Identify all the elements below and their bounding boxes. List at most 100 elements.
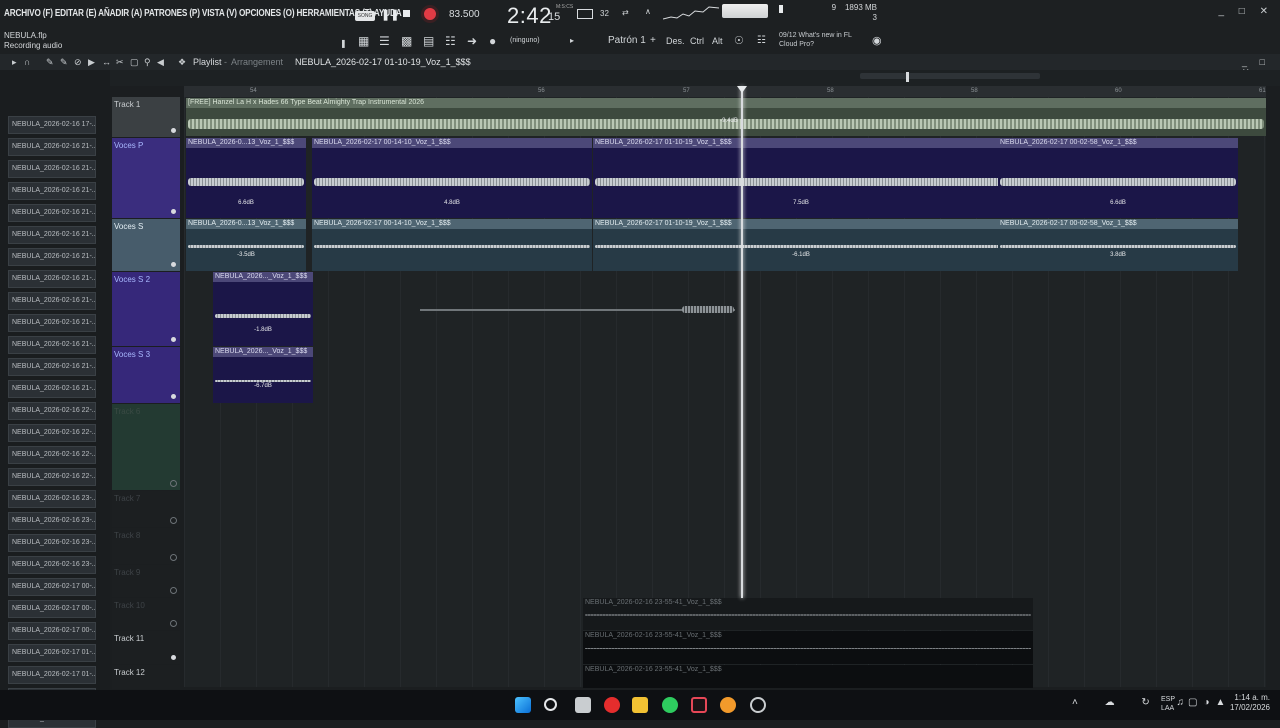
blend-notes-icon[interactable]: ∧ [645, 7, 651, 16]
track-header-1[interactable]: Track 1 [112, 97, 180, 137]
track-inactive-dot[interactable] [170, 587, 177, 594]
track-header-4[interactable]: Voces S 2 [112, 272, 180, 346]
clip-beat[interactable]: [FREE] Hanzel La H x Hades 66 Type Beat … [186, 98, 1266, 136]
picker-item[interactable]: NEBULA_2026-02-16 23-... [8, 556, 96, 574]
picker-item[interactable]: NEBULA_2026-02-16 22-... [8, 468, 96, 486]
track-active-dot[interactable] [171, 394, 176, 399]
news-hint[interactable]: 09/12 What's new in FL Cloud Pro? [779, 31, 852, 49]
horizontal-scrollbar[interactable] [860, 73, 1040, 79]
clip-track-12[interactable]: NEBULA_2026-02-16 23-55-41_Voz_1_$$$ [583, 665, 1033, 688]
picker-item[interactable]: NEBULA_2026-02-17 01-... [8, 666, 96, 684]
scrollbar-thumb[interactable] [906, 72, 909, 82]
record-button[interactable] [421, 5, 439, 23]
picker-item[interactable]: NEBULA_2026-02-17 00-... [8, 622, 96, 640]
track-inactive-dot[interactable] [170, 517, 177, 524]
recording-app-icon[interactable] [691, 697, 707, 713]
picker-item[interactable]: NEBULA_2026-02-16 21-... [8, 182, 96, 200]
track-header-3[interactable]: Voces S [112, 219, 180, 271]
track-header-12[interactable]: Track 12 [112, 665, 180, 689]
search-icon[interactable] [544, 698, 557, 711]
clip-voces-p-1[interactable]: NEBULA_2026-0...13_Voz_1_$$$ 6.6dB [186, 138, 306, 218]
fl-cloud-icon[interactable]: ◉ [872, 34, 882, 47]
windows-start-icon[interactable] [515, 697, 531, 713]
clip-voces-s-3[interactable]: NEBULA_2026-02-17 01-10-19_Voz_1_$$$ -6.… [593, 219, 1003, 271]
clip-voces-p-2[interactable]: NEBULA_2026-02-17 00-14-10_Voz_1_$$$ 4.8… [312, 138, 592, 218]
picker-item[interactable]: NEBULA_2026-02-16 21-... [8, 226, 96, 244]
track-active-dot[interactable] [171, 337, 176, 342]
add-pattern-icon[interactable]: + [650, 35, 656, 46]
clip-voces-p-4[interactable]: NEBULA_2026-02-17 00-02-58_Voz_1_$$$ 6.6… [998, 138, 1238, 218]
step-edit-icon[interactable]: 32 [600, 9, 609, 18]
pattern-selector[interactable]: Patrón 1 [608, 35, 646, 46]
window-controls[interactable]: _ □ ✕ [1218, 6, 1274, 17]
youtube-music-icon[interactable] [604, 697, 620, 713]
picker-item[interactable]: NEBULA_2026-02-16 21-... [8, 336, 96, 354]
ctrl-button[interactable]: Ctrl [690, 36, 704, 46]
track-active-dot[interactable] [171, 209, 176, 214]
whatsapp-icon[interactable] [662, 697, 678, 713]
mute-tool-icon[interactable]: ▶ [88, 57, 95, 68]
stop-button[interactable] [403, 10, 410, 17]
track-header-11[interactable]: Track 11 [112, 631, 180, 664]
alt-button[interactable]: Alt [712, 36, 723, 46]
clip-track-11[interactable]: NEBULA_2026-02-16 23-55-41_Voz_1_$$$ [583, 631, 1033, 664]
snap-icon[interactable]: ❚ [340, 39, 347, 48]
playlist-menu-arrow-icon[interactable]: ▸ [12, 57, 17, 68]
loop-record-icon[interactable]: ⇄ [622, 8, 629, 17]
clip-voces-s3[interactable]: NEBULA_2026..._Voz_1_$$$ -6.7dB [213, 347, 313, 403]
zoom-tool-icon[interactable]: ⚲ [144, 57, 151, 68]
track-header-5[interactable]: Voces S 3 [112, 347, 180, 403]
clip-voces-s2[interactable]: NEBULA_2026..._Voz_1_$$$ -1.8dB [213, 272, 313, 346]
picker-item[interactable]: NEBULA_2026-02-16 21-... [8, 204, 96, 222]
picker-item[interactable]: NEBULA_2026-02-16 17-... [8, 116, 96, 134]
metronome-icon[interactable] [577, 9, 593, 19]
track-header-2[interactable]: Voces P [112, 138, 180, 218]
picker-item[interactable]: NEBULA_2026-02-16 21-... [8, 314, 96, 332]
clip-voces-s-4[interactable]: NEBULA_2026-02-17 00-02-58_Voz_1_$$$ 3.8… [998, 219, 1238, 271]
playback-tool-icon[interactable]: ◀ [157, 57, 164, 68]
main-menu[interactable]: ARCHIVO (F) EDITAR (E) AÑADIR (A) PATRON… [4, 8, 402, 19]
song-mode-toggle[interactable]: SONG [355, 11, 375, 21]
track-header-8[interactable]: Track 8 [112, 528, 180, 564]
picker-item[interactable]: NEBULA_2026-02-16 21-... [8, 270, 96, 288]
playhead-marker-icon[interactable] [737, 86, 747, 93]
track-active-dot[interactable] [171, 655, 176, 660]
picker-item[interactable]: NEBULA_2026-02-17 01-... [8, 644, 96, 662]
track-header-7[interactable]: Track 7 [112, 491, 180, 527]
playhead[interactable] [741, 86, 743, 598]
system-tray-status-icons[interactable]: ▢◑▲ [1188, 697, 1231, 708]
track-header-10[interactable]: Track 10 [112, 598, 180, 630]
picker-item[interactable]: NEBULA_2026-02-16 21-... [8, 358, 96, 376]
browser-icon[interactable]: ▤ [423, 34, 434, 48]
shop-icon[interactable]: ☷ [757, 35, 766, 46]
plugin-arrow-icon[interactable]: ➜ [467, 34, 477, 48]
clock[interactable]: 1:14 a. m. 17/02/2026 [1230, 693, 1270, 713]
track-active-dot[interactable] [171, 262, 176, 267]
playlist-icon[interactable]: ▦ [358, 34, 369, 48]
picker-item[interactable]: NEBULA_2026-02-16 21-... [8, 380, 96, 398]
picker-item[interactable]: NEBULA_2026-02-16 23-... [8, 490, 96, 508]
microphone-icon[interactable]: ● [489, 34, 496, 48]
track-header-9[interactable]: Track 9 [112, 565, 180, 597]
timeline-ruler[interactable]: 54 56 57 58 58 60 61 [184, 86, 1266, 97]
delete-tool-icon[interactable]: ⊘ [74, 57, 82, 68]
slip-tool-icon[interactable]: ↔ [102, 57, 111, 67]
clip-voces-s-1[interactable]: NEBULA_2026-0...13_Voz_1_$$$ -3.5dB [186, 219, 306, 271]
tempo-display[interactable]: 83.500 [449, 9, 480, 20]
pencil-tool-icon[interactable]: ✎ [46, 57, 54, 68]
des-button[interactable]: Des. [666, 36, 685, 46]
picker-item[interactable]: NEBULA_2026-02-16 22-... [8, 424, 96, 442]
file-explorer-icon[interactable] [632, 697, 648, 713]
select-tool-icon[interactable]: ▢ [130, 57, 139, 68]
channel-rack-icon[interactable]: ☰ [379, 34, 390, 48]
picker-item[interactable]: NEBULA_2026-02-16 21-... [8, 160, 96, 178]
pause-button[interactable]: ❚❚ [381, 8, 399, 21]
clip-voces-p-3[interactable]: NEBULA_2026-02-17 01-10-19_Voz_1_$$$ 7.5… [593, 138, 1003, 218]
track-inactive-dot[interactable] [170, 480, 177, 487]
picker-item[interactable]: NEBULA_2026-02-16 21-... [8, 248, 96, 266]
picker-item[interactable]: NEBULA_2026-02-16 22-... [8, 446, 96, 464]
mixer-icon[interactable]: ☷ [445, 34, 456, 48]
next-arrow-icon[interactable]: ▸ [570, 36, 574, 45]
piano-roll-icon[interactable]: ▩ [401, 34, 412, 48]
selected-clip-name[interactable]: NEBULA_2026-02-17 01-10-19_Voz_1_$$$ [295, 57, 471, 67]
